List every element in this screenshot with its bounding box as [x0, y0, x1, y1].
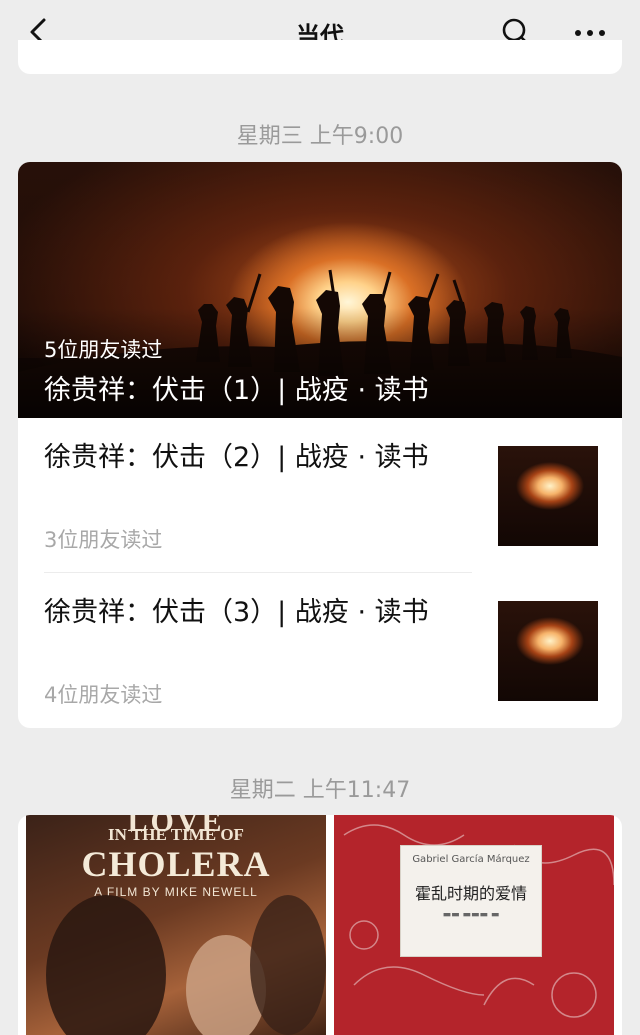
read-by-friends: 4位朋友读过 [44, 683, 163, 707]
book-title: 霍乱时期的爱情 [414, 884, 527, 903]
time-label: 星期三 上午9:00 [236, 124, 404, 149]
book-author: Gabriel García Márquez [412, 854, 530, 865]
previous-card[interactable] [18, 40, 622, 74]
article-title: 徐贵祥：伏击（3）| 战疫 · 读书 [44, 597, 429, 628]
movie-poster-image[interactable]: LOVE IN THE TIME OF CHOLERA A FILM BY MI… [26, 815, 326, 1035]
article-thumbnail [498, 446, 598, 546]
article-group-card: LOVE IN THE TIME OF CHOLERA A FILM BY MI… [18, 815, 622, 1035]
poster-faces [46, 895, 326, 1035]
time-label: 星期二 上午11:47 [229, 778, 411, 803]
article-title: 徐贵祥：伏击（2）| 战疫 · 读书 [44, 442, 429, 473]
list-item[interactable]: 徐贵祥：伏击（3）| 战疫 · 读书 4位朋友读过 [18, 573, 622, 728]
article-group-card: 5位朋友读过 徐贵祥：伏击（1）| 战疫 · 读书 徐贵祥：伏击（2）| 战疫 … [18, 162, 622, 728]
cover-article-title: 徐贵祥：伏击（1）| 战疫 · 读书 [44, 375, 429, 406]
cover-article[interactable]: 5位朋友读过 徐贵祥：伏击（1）| 战疫 · 读书 [18, 162, 622, 418]
read-by-friends: 3位朋友读过 [44, 528, 163, 552]
book-credit-marks: ▬▬ ▬▬▬ ▬ [442, 910, 500, 920]
book-label: Gabriel García Márquez 霍乱时期的爱情 ▬▬ ▬▬▬ ▬ [400, 845, 542, 957]
list-item[interactable]: 徐贵祥：伏击（2）| 战疫 · 读书 3位朋友读过 [18, 418, 622, 573]
article-thumbnail [498, 601, 598, 701]
book-cover-image[interactable]: Gabriel García Márquez 霍乱时期的爱情 ▬▬ ▬▬▬ ▬ [334, 815, 614, 1035]
read-by-friends: 5位朋友读过 [44, 338, 163, 362]
